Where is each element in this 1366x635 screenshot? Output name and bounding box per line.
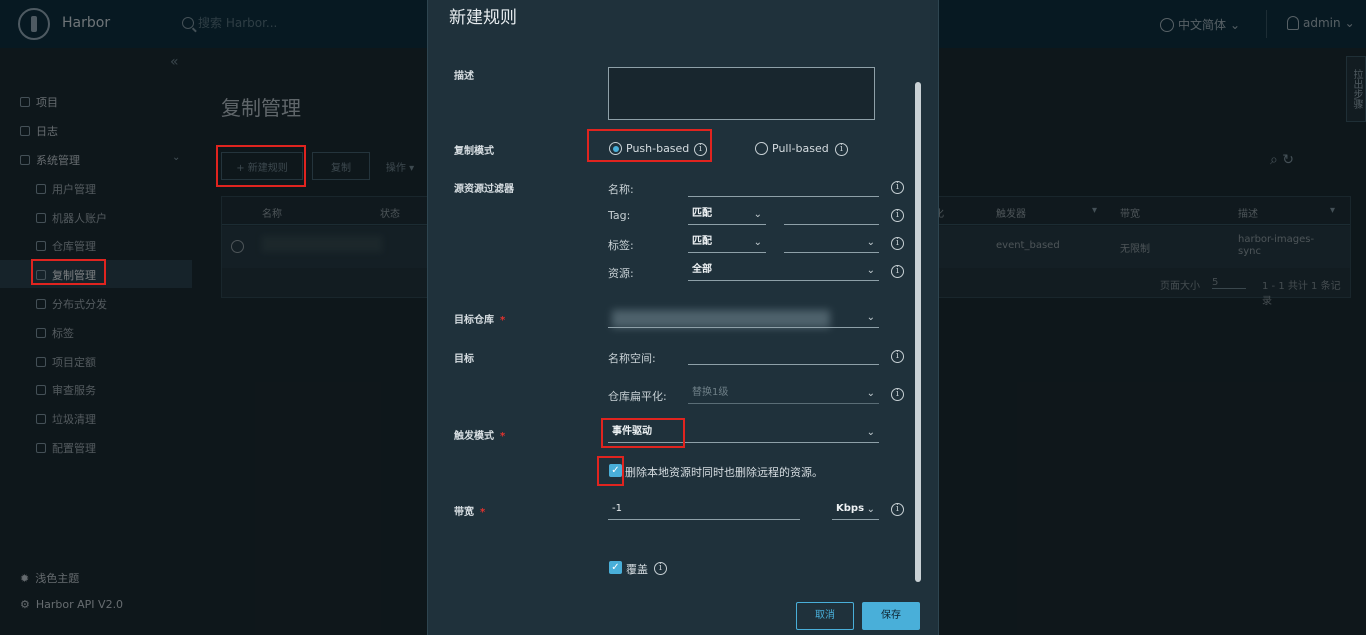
bandwidth-unit-value: Kbps <box>836 503 865 514</box>
info-icon[interactable]: i <box>891 181 904 194</box>
required-mark: * <box>480 507 486 518</box>
annotation-box <box>597 456 624 486</box>
info-icon[interactable]: i <box>891 388 904 401</box>
chevron-down-icon: ⌄ <box>866 504 875 515</box>
target-registry-select[interactable]: ⌄ <box>608 308 879 328</box>
cancel-button[interactable]: 取消 <box>796 602 854 630</box>
bandwidth-unit-select[interactable]: Kbps ⌄ <box>832 500 879 520</box>
filter-resource-label: 资源: <box>608 267 634 280</box>
filter-label-select[interactable]: 匹配 ⌄ <box>688 233 766 253</box>
filter-tag-input[interactable] <box>784 205 879 225</box>
pull-based-radio[interactable] <box>755 142 768 155</box>
chevron-down-icon: ⌄ <box>753 237 762 248</box>
required-mark: * <box>500 431 506 442</box>
filter-name-label: 名称: <box>608 183 634 196</box>
filter-tag-select[interactable]: 匹配 ⌄ <box>688 205 766 225</box>
chevron-down-icon: ⌄ <box>753 209 762 220</box>
description-textarea[interactable] <box>608 67 875 120</box>
chevron-down-icon: ⌄ <box>866 237 875 248</box>
filter-tag-label: Tag: <box>608 209 631 222</box>
flatten-value: 替换1级 <box>692 387 729 398</box>
dialog-title: 新建规则 <box>449 8 517 28</box>
annotation-box <box>216 145 306 187</box>
namespace-label: 名称空间: <box>608 352 656 365</box>
info-icon[interactable]: i <box>835 143 848 156</box>
info-icon[interactable]: i <box>891 350 904 363</box>
info-icon[interactable]: i <box>891 209 904 222</box>
pull-based-label[interactable]: Pull-based <box>772 142 829 155</box>
filter-name-input[interactable] <box>688 177 879 197</box>
dialog-scrollbar[interactable] <box>915 82 921 582</box>
source-filter-label: 源资源过滤器 <box>454 184 514 195</box>
flatten-select[interactable]: 替换1级 ⌄ <box>688 384 879 404</box>
filter-label-value: 匹配 <box>692 236 712 247</box>
bandwidth-label: 带宽 * <box>454 507 486 518</box>
annotation-box <box>31 259 106 285</box>
info-icon[interactable]: i <box>891 237 904 250</box>
chevron-down-icon: ⌄ <box>866 312 875 323</box>
required-mark: * <box>500 315 506 326</box>
annotation-box <box>601 418 685 448</box>
info-icon[interactable]: i <box>891 503 904 516</box>
new-rule-dialog: 新建规则 描述 复制模式 Push-based i Pull-based i 源… <box>427 0 939 635</box>
flatten-label: 仓库扁平化: <box>608 390 667 403</box>
chevron-down-icon: ⌄ <box>866 265 875 276</box>
override-checkbox[interactable]: ✓ <box>609 561 622 574</box>
filter-label-label: 标签: <box>608 239 634 252</box>
delete-remote-label[interactable]: 删除本地资源时同时也删除远程的资源。 <box>625 464 823 480</box>
chevron-down-icon: ⌄ <box>866 388 875 399</box>
filter-resource-select[interactable]: 全部 ⌄ <box>688 261 879 281</box>
override-label[interactable]: 覆盖 <box>626 561 648 577</box>
info-icon[interactable]: i <box>654 562 667 575</box>
target-registry-label: 目标仓库 * <box>454 315 506 326</box>
namespace-input[interactable] <box>688 345 879 365</box>
mode-label: 复制模式 <box>454 146 494 157</box>
filter-resource-value: 全部 <box>692 264 712 275</box>
description-label: 描述 <box>454 71 474 82</box>
annotation-box <box>587 129 712 162</box>
save-button[interactable]: 保存 <box>862 602 920 630</box>
chevron-down-icon: ⌄ <box>866 427 875 438</box>
filter-label-value-select[interactable]: ⌄ <box>784 233 879 253</box>
filter-tag-value: 匹配 <box>692 208 712 219</box>
trigger-mode-label: 触发模式 * <box>454 431 506 442</box>
target-label: 目标 <box>454 354 474 365</box>
info-icon[interactable]: i <box>891 265 904 278</box>
bandwidth-input[interactable]: -1 <box>608 500 800 520</box>
